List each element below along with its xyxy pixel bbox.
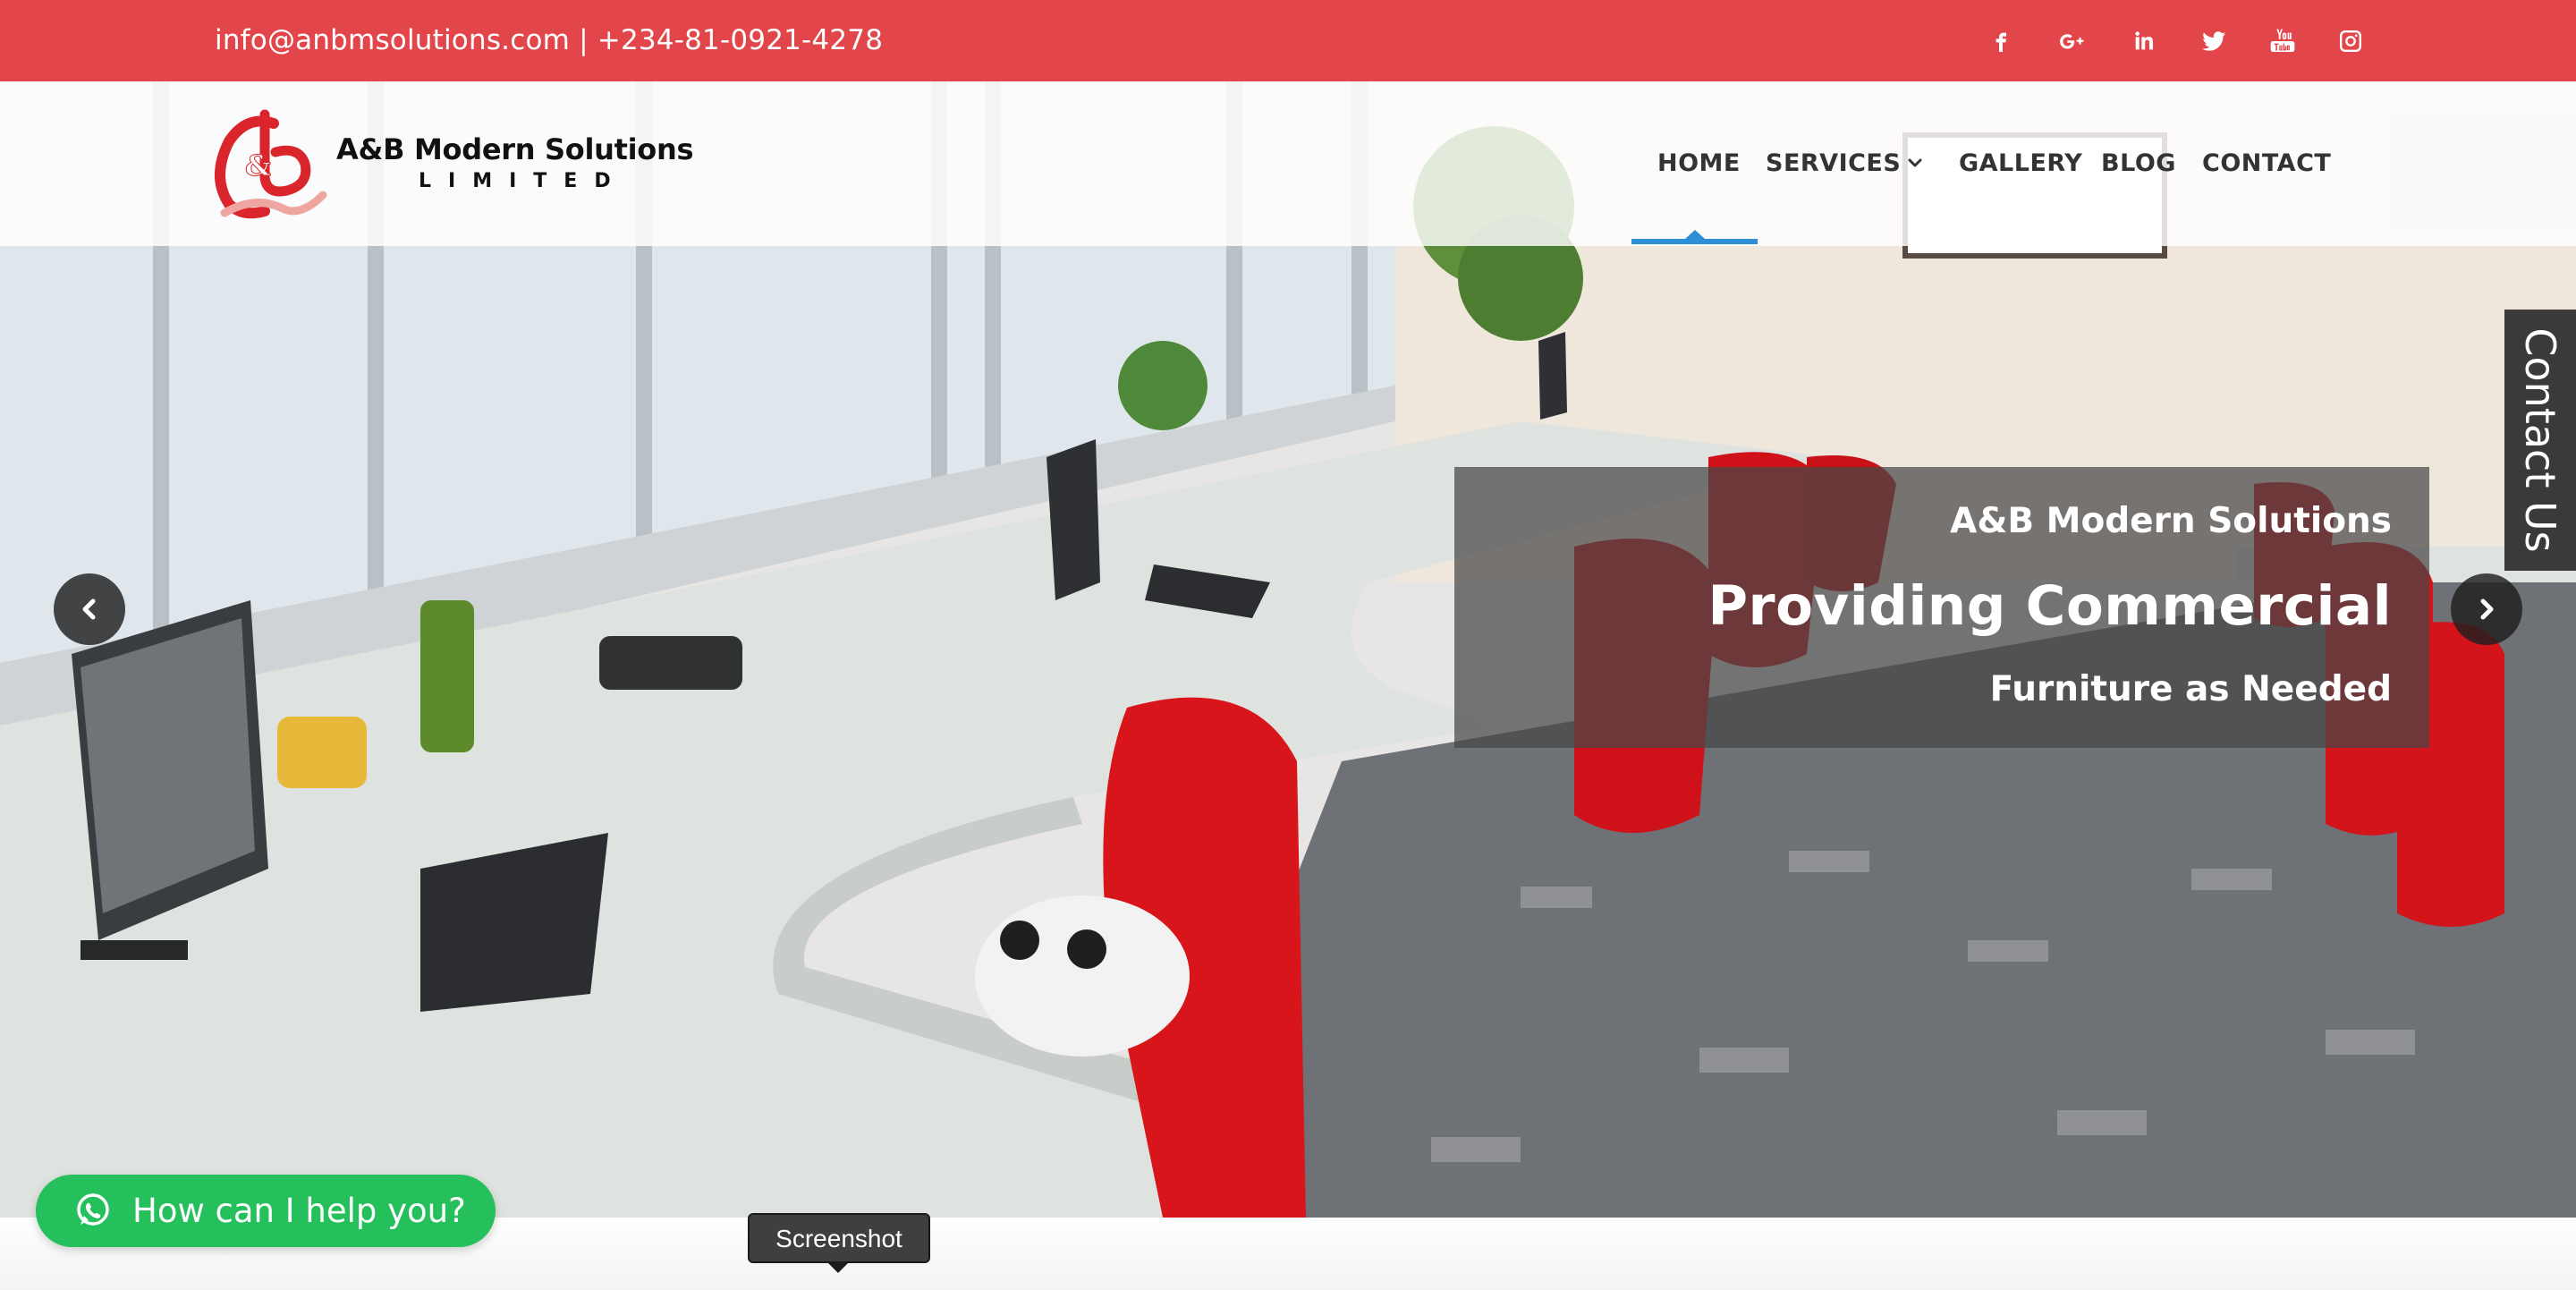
contact-us-tab-label: Contact Us — [2516, 327, 2564, 553]
nav-blog[interactable]: BLOG — [2101, 81, 2176, 246]
chevron-right-icon — [2480, 598, 2494, 620]
instagram-icon[interactable] — [2331, 21, 2370, 61]
contact-us-tab[interactable]: Contact Us — [2504, 310, 2576, 571]
social-links — [0, 0, 2576, 81]
nav-contact[interactable]: CONTACT — [2202, 81, 2331, 246]
slide-caption: A&B Modern Solutions Providing Commercia… — [1454, 467, 2429, 748]
caption-line-2: Providing Commercial — [1707, 574, 2392, 638]
chevron-left-icon — [82, 598, 96, 620]
top-bar: info@anbmsolutions.com | +234-81-0921-42… — [0, 0, 2576, 81]
youtube-icon[interactable] — [2263, 21, 2302, 61]
nav-active-indicator-tip — [1685, 230, 1705, 239]
nav-services[interactable]: SERVICES — [1766, 81, 1901, 246]
screenshot-tooltip: Screenshot — [748, 1213, 930, 1263]
caption-line-3: Furniture as Needed — [1989, 669, 2392, 709]
chevron-down-icon[interactable] — [1902, 150, 1928, 177]
linkedin-icon[interactable] — [2124, 21, 2164, 61]
nav-active-indicator — [1631, 239, 1758, 244]
whatsapp-icon — [77, 1193, 109, 1226]
facebook-icon[interactable] — [1981, 21, 2021, 61]
whatsapp-chat-button[interactable]: How can I help you? — [36, 1175, 496, 1247]
caption-line-1: A&B Modern Solutions — [1950, 501, 2392, 541]
tooltip-tail — [826, 1261, 850, 1273]
twitter-icon[interactable] — [2194, 21, 2233, 61]
google-plus-icon[interactable] — [2052, 21, 2091, 61]
slider-prev-button[interactable] — [54, 573, 125, 645]
whatsapp-button-label: How can I help you? — [132, 1192, 466, 1230]
nav-gallery[interactable]: GALLERY — [1959, 81, 2082, 246]
slider-next-button[interactable] — [2451, 573, 2522, 645]
nav-home[interactable]: HOME — [1657, 81, 1741, 246]
main-nav: HOME SERVICES GALLERY BLOG CONTACT — [0, 81, 2576, 246]
